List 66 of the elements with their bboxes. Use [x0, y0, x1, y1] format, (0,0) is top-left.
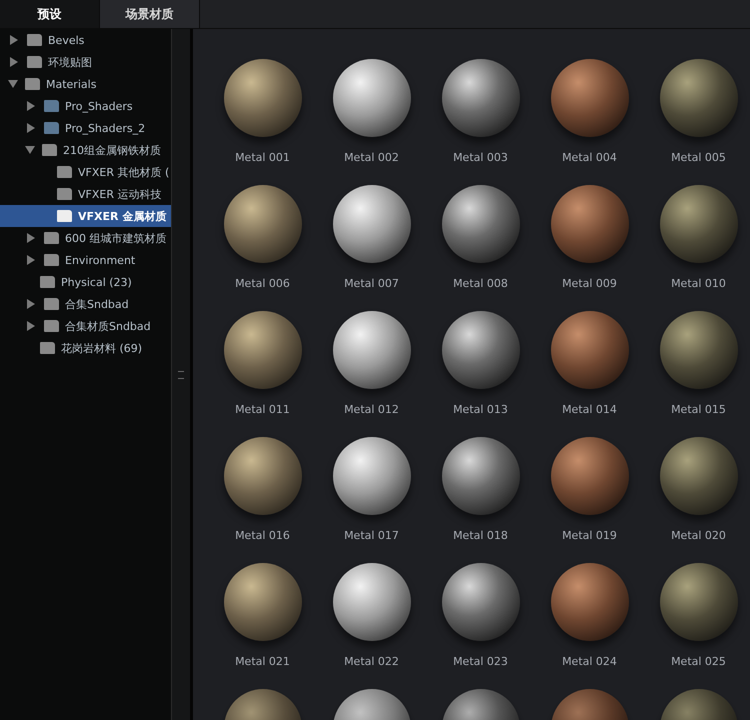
tree-label: 合集Sndbad: [65, 296, 129, 312]
tree-label: VFXER 其他材质 (: [78, 164, 170, 180]
material-label: Metal 010: [671, 277, 726, 290]
material-label: Metal 004: [562, 151, 617, 164]
collapsed-arrow-icon[interactable]: [27, 101, 35, 111]
material-label: Metal 025: [671, 655, 726, 668]
tree-label: Pro_Shaders: [65, 100, 133, 112]
material-label: Metal 019: [562, 529, 617, 542]
collapsed-arrow-icon[interactable]: [10, 35, 18, 45]
collapsed-arrow-icon[interactable]: [27, 299, 35, 309]
tree-label: 210组金属钢铁材质: [63, 142, 161, 158]
material-label: Metal 018: [453, 529, 508, 542]
collapsed-arrow-icon[interactable]: [27, 233, 35, 243]
tree-label: Pro_Shaders_2: [65, 122, 146, 134]
collapsed-arrow-icon[interactable]: [10, 57, 18, 67]
material-label: Metal 017: [344, 529, 399, 542]
tree-item[interactable]: Materials: [0, 73, 171, 95]
grip-icon[interactable]: [178, 370, 184, 378]
material-label: Metal 016: [235, 529, 290, 542]
tree-item[interactable]: VFXER 运动科技: [0, 183, 171, 205]
material-label: Metal 011: [235, 403, 290, 416]
material-label: Metal 006: [235, 277, 290, 290]
tree-label: Physical (23): [61, 276, 132, 288]
material-label: Metal 022: [344, 655, 399, 668]
material-label: Metal 012: [344, 403, 399, 416]
tree-item[interactable]: 合集Sndbad: [0, 293, 171, 315]
material-label: Metal 024: [562, 655, 617, 668]
tree-label: Materials: [46, 78, 96, 90]
material-label: Metal 001: [235, 151, 290, 164]
tree-label: Environment: [65, 254, 136, 266]
tree-label: 环境贴图: [48, 54, 92, 70]
tab[interactable]: 场景材质: [100, 0, 200, 28]
material-label: Metal 005: [671, 151, 726, 164]
selected-tree-item[interactable]: VFXER 金属材质: [0, 205, 171, 227]
material-label: Metal 023: [453, 655, 508, 668]
material-label: Metal 013: [453, 403, 508, 416]
collapsed-arrow-icon[interactable]: [27, 255, 35, 265]
tree-item[interactable]: 合集材质Sndbad: [0, 315, 171, 337]
tree-label: 合集材质Sndbad: [65, 318, 151, 334]
material-label: Metal 020: [671, 529, 726, 542]
tree-item[interactable]: 600 组城市建筑材质: [0, 227, 171, 249]
tree-label: VFXER 金属材质: [78, 208, 166, 224]
material-label: Metal 021: [235, 655, 290, 668]
material-label: Metal 009: [562, 277, 617, 290]
material-label: Metal 015: [671, 403, 726, 416]
tab[interactable]: 预设: [0, 0, 100, 28]
tree-item[interactable]: 210组金属钢铁材质: [0, 139, 171, 161]
tree-item[interactable]: Environment: [0, 249, 171, 271]
tree-item[interactable]: Pro_Shaders: [0, 95, 171, 117]
tree-item[interactable]: VFXER 其他材质 (: [0, 161, 171, 183]
tree-item[interactable]: Pro_Shaders_2: [0, 117, 171, 139]
collapsed-arrow-icon[interactable]: [27, 123, 35, 133]
material-label: Metal 003: [453, 151, 508, 164]
material-label: Metal 002: [344, 151, 399, 164]
tree-label: 600 组城市建筑材质: [65, 230, 166, 246]
tree-label: VFXER 运动科技: [78, 186, 162, 202]
material-label: Metal 008: [453, 277, 508, 290]
tree-label: Bevels: [48, 34, 84, 46]
tree-item[interactable]: 花岗岩材料 (69): [0, 337, 171, 359]
tree-item[interactable]: Bevels: [0, 29, 171, 51]
tree-item[interactable]: Physical (23): [0, 271, 171, 293]
material-label: Metal 007: [344, 277, 399, 290]
material-label: Metal 014: [562, 403, 617, 416]
tree-label: 花岗岩材料 (69): [61, 340, 142, 356]
tree-item[interactable]: 环境贴图: [0, 51, 171, 73]
collapsed-arrow-icon[interactable]: [27, 321, 35, 331]
